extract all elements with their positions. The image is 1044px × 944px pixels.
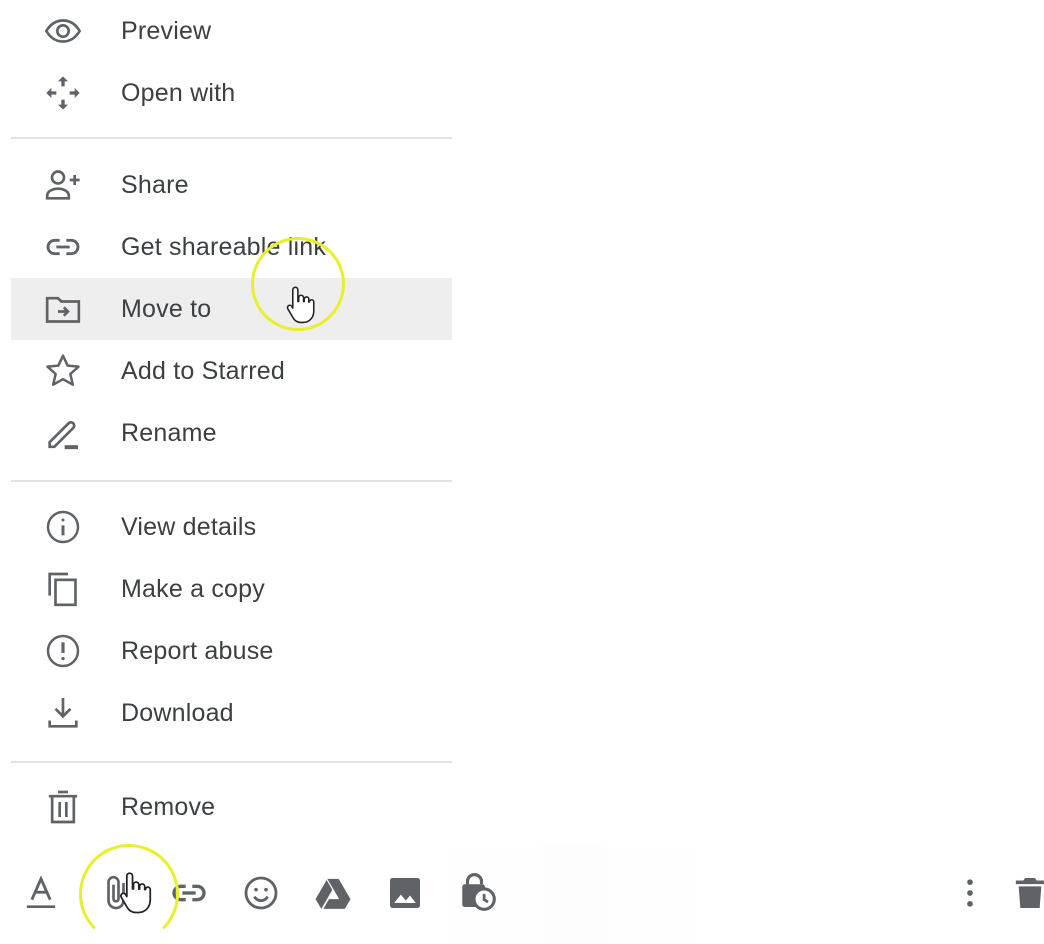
menu-item-add-to-starred[interactable]: Add to Starred bbox=[11, 340, 452, 402]
compose-toolbar bbox=[0, 846, 1044, 944]
menu-item-label: Rename bbox=[121, 418, 217, 447]
menu-item-get-shareable-link[interactable]: Get shareable link bbox=[11, 216, 452, 278]
info-icon bbox=[41, 505, 85, 549]
menu-item-label: View details bbox=[121, 512, 257, 541]
download-icon bbox=[41, 691, 85, 735]
insert-emoji-button[interactable] bbox=[235, 867, 287, 919]
menu-divider bbox=[11, 761, 452, 763]
paperclip-icon bbox=[96, 871, 136, 915]
menu-item-share[interactable]: Share bbox=[11, 154, 452, 216]
attach-files-button[interactable] bbox=[90, 867, 142, 919]
menu-item-label: Remove bbox=[121, 792, 216, 821]
menu-item-download[interactable]: Download bbox=[11, 682, 452, 744]
menu-divider bbox=[11, 137, 452, 139]
menu-item-label: Move to bbox=[121, 294, 212, 323]
copy-icon bbox=[41, 567, 85, 611]
menu-item-open-with[interactable]: Open with bbox=[11, 62, 452, 124]
more-vert-icon bbox=[950, 873, 990, 913]
insert-link-button[interactable] bbox=[163, 867, 215, 919]
menu-item-remove[interactable]: Remove bbox=[11, 776, 452, 838]
menu-item-label: Preview bbox=[121, 16, 212, 45]
google-drive-icon bbox=[313, 873, 353, 913]
emoji-icon bbox=[241, 873, 281, 913]
link-icon bbox=[169, 873, 209, 913]
menu-item-label: Open with bbox=[121, 78, 236, 107]
lock-clock-icon bbox=[457, 872, 499, 914]
text-format-icon bbox=[21, 873, 61, 913]
menu-divider bbox=[11, 480, 452, 482]
menu-item-rename[interactable]: Rename bbox=[11, 402, 452, 464]
eye-icon bbox=[41, 9, 85, 53]
screen: Preview Open with Share Get shareable li… bbox=[0, 0, 1044, 944]
menu-item-label: Make a copy bbox=[121, 574, 265, 603]
menu-item-make-a-copy[interactable]: Make a copy bbox=[11, 558, 452, 620]
person-add-icon bbox=[41, 163, 85, 207]
trash-icon bbox=[41, 785, 85, 829]
trash-icon bbox=[1010, 873, 1044, 913]
menu-item-label: Get shareable link bbox=[121, 232, 327, 261]
more-options-button[interactable] bbox=[944, 867, 996, 919]
move-folder-icon bbox=[41, 287, 85, 331]
discard-draft-button[interactable] bbox=[1010, 867, 1044, 919]
menu-item-preview[interactable]: Preview bbox=[11, 0, 452, 62]
star-outline-icon bbox=[41, 349, 85, 393]
photo-icon bbox=[385, 873, 425, 913]
report-icon bbox=[41, 629, 85, 673]
pencil-icon bbox=[41, 411, 85, 455]
link-icon bbox=[41, 225, 85, 269]
menu-item-label: Report abuse bbox=[121, 636, 274, 665]
formatting-options-button[interactable] bbox=[15, 867, 67, 919]
menu-item-move-to[interactable]: Move to bbox=[11, 278, 452, 340]
menu-item-view-details[interactable]: View details bbox=[11, 496, 452, 558]
insert-photo-button[interactable] bbox=[379, 867, 431, 919]
insert-from-drive-button[interactable] bbox=[307, 867, 359, 919]
menu-item-label: Share bbox=[121, 170, 189, 199]
menu-item-label: Download bbox=[121, 698, 234, 727]
open-with-icon bbox=[41, 71, 85, 115]
confidential-mode-button[interactable] bbox=[452, 867, 504, 919]
menu-item-label: Add to Starred bbox=[121, 356, 286, 385]
menu-item-report-abuse[interactable]: Report abuse bbox=[11, 620, 452, 682]
